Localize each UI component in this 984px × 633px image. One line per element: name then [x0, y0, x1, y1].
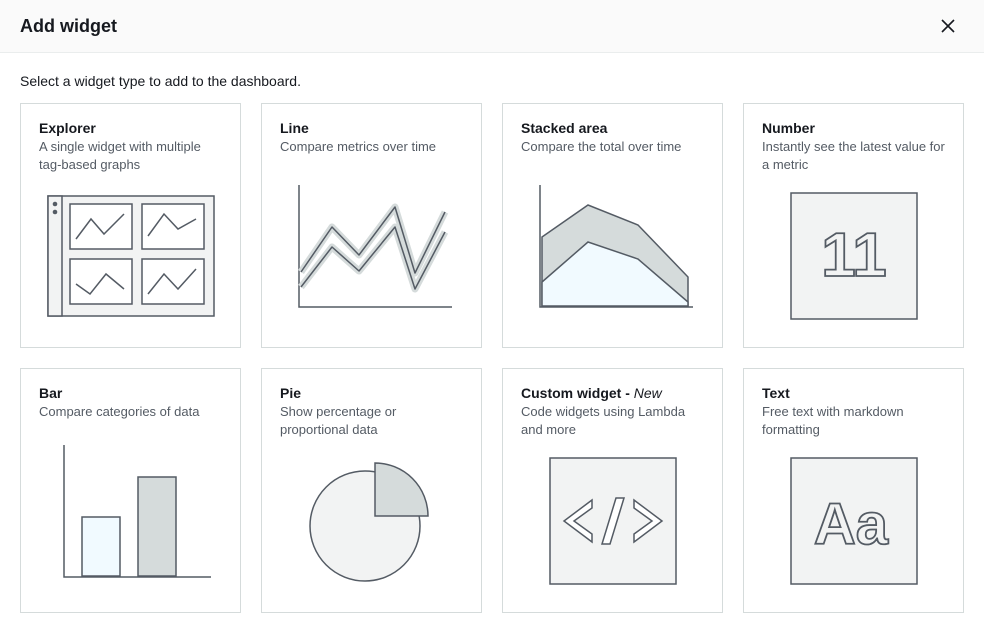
text-icon: Aa — [762, 448, 945, 594]
widget-grid: Explorer A single widget with multiple t… — [20, 103, 964, 613]
card-title: Explorer — [39, 120, 222, 136]
modal-header: Add widget — [0, 0, 984, 53]
card-desc: Instantly see the latest value for a met… — [762, 138, 945, 173]
new-label: New — [634, 385, 662, 401]
pie-chart-icon — [280, 448, 463, 594]
modal-body: Select a widget type to add to the dashb… — [0, 53, 984, 633]
card-title: Text — [762, 385, 945, 401]
stacked-area-icon — [521, 166, 704, 329]
bar-chart-icon — [39, 431, 222, 594]
close-button[interactable] — [932, 14, 964, 38]
card-desc: Free text with markdown formatting — [762, 403, 945, 438]
card-title: Bar — [39, 385, 222, 401]
card-title: Number — [762, 120, 945, 136]
widget-card-text[interactable]: Text Free text with markdown formatting … — [743, 368, 964, 613]
card-title: Custom widget - New — [521, 385, 704, 401]
widget-card-bar[interactable]: Bar Compare categories of data — [20, 368, 241, 613]
close-icon — [940, 18, 956, 34]
card-desc: Compare categories of data — [39, 403, 222, 421]
widget-card-stacked-area[interactable]: Stacked area Compare the total over time — [502, 103, 723, 348]
card-title: Line — [280, 120, 463, 136]
modal-title: Add widget — [20, 16, 117, 37]
line-chart-icon — [280, 166, 463, 329]
card-title: Stacked area — [521, 120, 704, 136]
widget-card-line[interactable]: Line Compare metrics over time — [261, 103, 482, 348]
card-desc: A single widget with multiple tag-based … — [39, 138, 222, 173]
card-desc: Compare metrics over time — [280, 138, 463, 156]
card-title-text: Custom widget - — [521, 385, 634, 401]
explorer-icon — [39, 183, 222, 329]
widget-card-number[interactable]: Number Instantly see the latest value fo… — [743, 103, 964, 348]
code-icon — [521, 448, 704, 594]
card-title: Pie — [280, 385, 463, 401]
card-desc: Show percentage or proportional data — [280, 403, 463, 438]
widget-card-pie[interactable]: Pie Show percentage or proportional data — [261, 368, 482, 613]
number-icon: 11 — [762, 183, 945, 329]
widget-card-explorer[interactable]: Explorer A single widget with multiple t… — [20, 103, 241, 348]
svg-text:11: 11 — [821, 221, 887, 290]
card-desc: Compare the total over time — [521, 138, 704, 156]
widget-card-custom[interactable]: Custom widget - New Code widgets using L… — [502, 368, 723, 613]
svg-text:Aa: Aa — [813, 492, 888, 557]
instruction-text: Select a widget type to add to the dashb… — [20, 73, 964, 89]
card-desc: Code widgets using Lambda and more — [521, 403, 704, 438]
